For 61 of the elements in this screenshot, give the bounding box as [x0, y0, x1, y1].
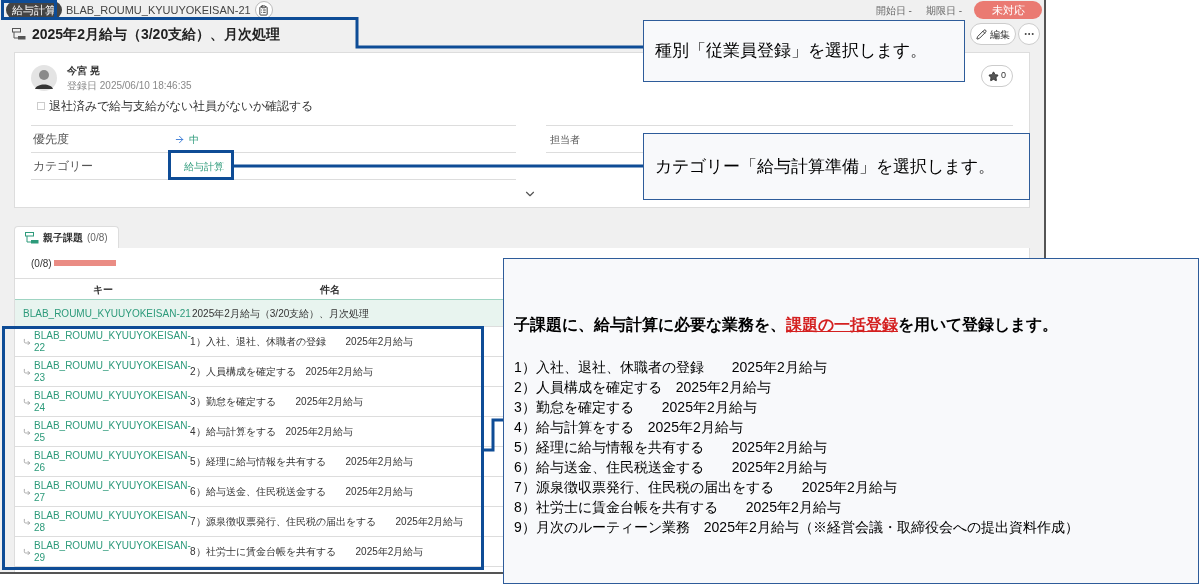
- category-link[interactable]: 給与計算: [184, 158, 224, 174]
- avatar: [31, 65, 57, 91]
- callout: カテゴリー「給与計算準備」を選択します。: [643, 133, 1030, 200]
- due-date: 期限日 -: [925, 3, 962, 18]
- start-date: 開始日 -: [875, 3, 912, 18]
- hierarchy-icon: [12, 28, 26, 40]
- note-line: 3）勤怠を確定する 2025年2月給与: [514, 398, 758, 417]
- parent-key-link[interactable]: BLAB_ROUMU_KYUUYOKEISAN-21: [15, 305, 190, 321]
- note-line: 7）源泉徴収票発行、住民税の届出をする 2025年2月給与: [514, 478, 898, 497]
- issue-title: 2025年2月給与（3/20支給）、月次処理: [32, 24, 281, 44]
- child-subject: 2）人員構成を確定する 2025年2月給与: [190, 366, 374, 379]
- status-badge: 未対応: [974, 0, 1042, 20]
- child-arrow-icon: [23, 547, 31, 556]
- note-line: 1）入社、退社、休職者の登録 2025年2月給与: [514, 358, 828, 377]
- highlight-frame: [168, 150, 234, 180]
- connector-line: [484, 418, 503, 452]
- note-line: 4）給与計算をする 2025年2月給与: [514, 418, 744, 437]
- tab-label: 親子課題: [43, 231, 83, 245]
- child-subject: 6）給与送金、住民税送金する 2025年2月給与: [190, 486, 414, 499]
- progress-label: (0/8): [31, 256, 52, 271]
- child-arrow-icon: [23, 517, 31, 526]
- note-line: 9）月次のルーティーン業務 2025年2月給与（※経営会議・取締役会への提出資料作成）: [514, 518, 1080, 537]
- child-arrow-icon: [23, 367, 31, 376]
- highlight-frame: [1, 0, 57, 20]
- child-arrow-icon: [23, 337, 31, 346]
- field-label: 担当者: [549, 132, 580, 147]
- tab-count: (0/8): [87, 231, 108, 245]
- pencil-icon: [976, 28, 987, 40]
- author-name: 今宮 晃: [67, 64, 101, 78]
- registered-date: 登録日 2025/06/10 18:46:35: [67, 79, 192, 93]
- subtasks-tab[interactable]: 親子課題 (0/8): [14, 226, 119, 248]
- priority-value: 中: [189, 132, 199, 147]
- hierarchy-icon: [25, 231, 39, 244]
- field-label: カテゴリー: [32, 158, 94, 175]
- child-arrow-icon: [23, 457, 31, 466]
- parent-subject: 2025年2月給与（3/20支給）、月次処理: [191, 306, 370, 321]
- child-arrow-icon: [23, 487, 31, 496]
- child-subject: 1）入社、退社、休職者の登録 2025年2月給与: [190, 336, 414, 349]
- child-subject: 8）社労士に賃金台帳を共有する 2025年2月給与: [190, 546, 424, 559]
- note-line: 2）人員構成を確定する 2025年2月給与: [514, 378, 772, 397]
- child-arrow-icon: [23, 427, 31, 436]
- field-label: 優先度: [32, 131, 70, 148]
- note-line: 6）給与送金、住民税送金する 2025年2月給与: [514, 458, 828, 477]
- child-subject: 7）源泉徴収票発行、住民税の届出をする 2025年2月給与: [190, 516, 464, 529]
- child-subject: 3）勤怠を確定する 2025年2月給与: [190, 396, 364, 409]
- child-subject: 4）給与計算をする 2025年2月給与: [190, 426, 354, 439]
- bulk-register-link[interactable]: 課題の一括登録: [786, 316, 898, 333]
- child-arrow-icon: [23, 397, 31, 406]
- checklist-label: 退社済みで給与支給がない社員がないか確認する: [49, 98, 313, 115]
- note-line: 8）社労士に賃金台帳を共有する 2025年2月給与: [514, 498, 842, 517]
- edit-button[interactable]: 編集: [970, 23, 1016, 45]
- child-subject: 5）経理に給与情報を共有する 2025年2月給与: [190, 456, 414, 469]
- note-line: 5）経理に給与情報を共有する 2025年2月給与: [514, 438, 828, 457]
- note-heading: 子課題に、給与計算に必要な業務を、課題の一括登録を用いて登録します。: [514, 315, 1059, 336]
- column-header: キー: [91, 282, 114, 297]
- star-icon: [988, 70, 999, 82]
- arrow-right-icon: [174, 133, 185, 145]
- issue-key: BLAB_ROUMU_KYUUYOKEISAN-21: [66, 1, 251, 19]
- column-header: 件名: [319, 282, 341, 297]
- checkbox[interactable]: [37, 102, 45, 110]
- callout: 種別「従業員登録」を選択します。: [643, 20, 965, 82]
